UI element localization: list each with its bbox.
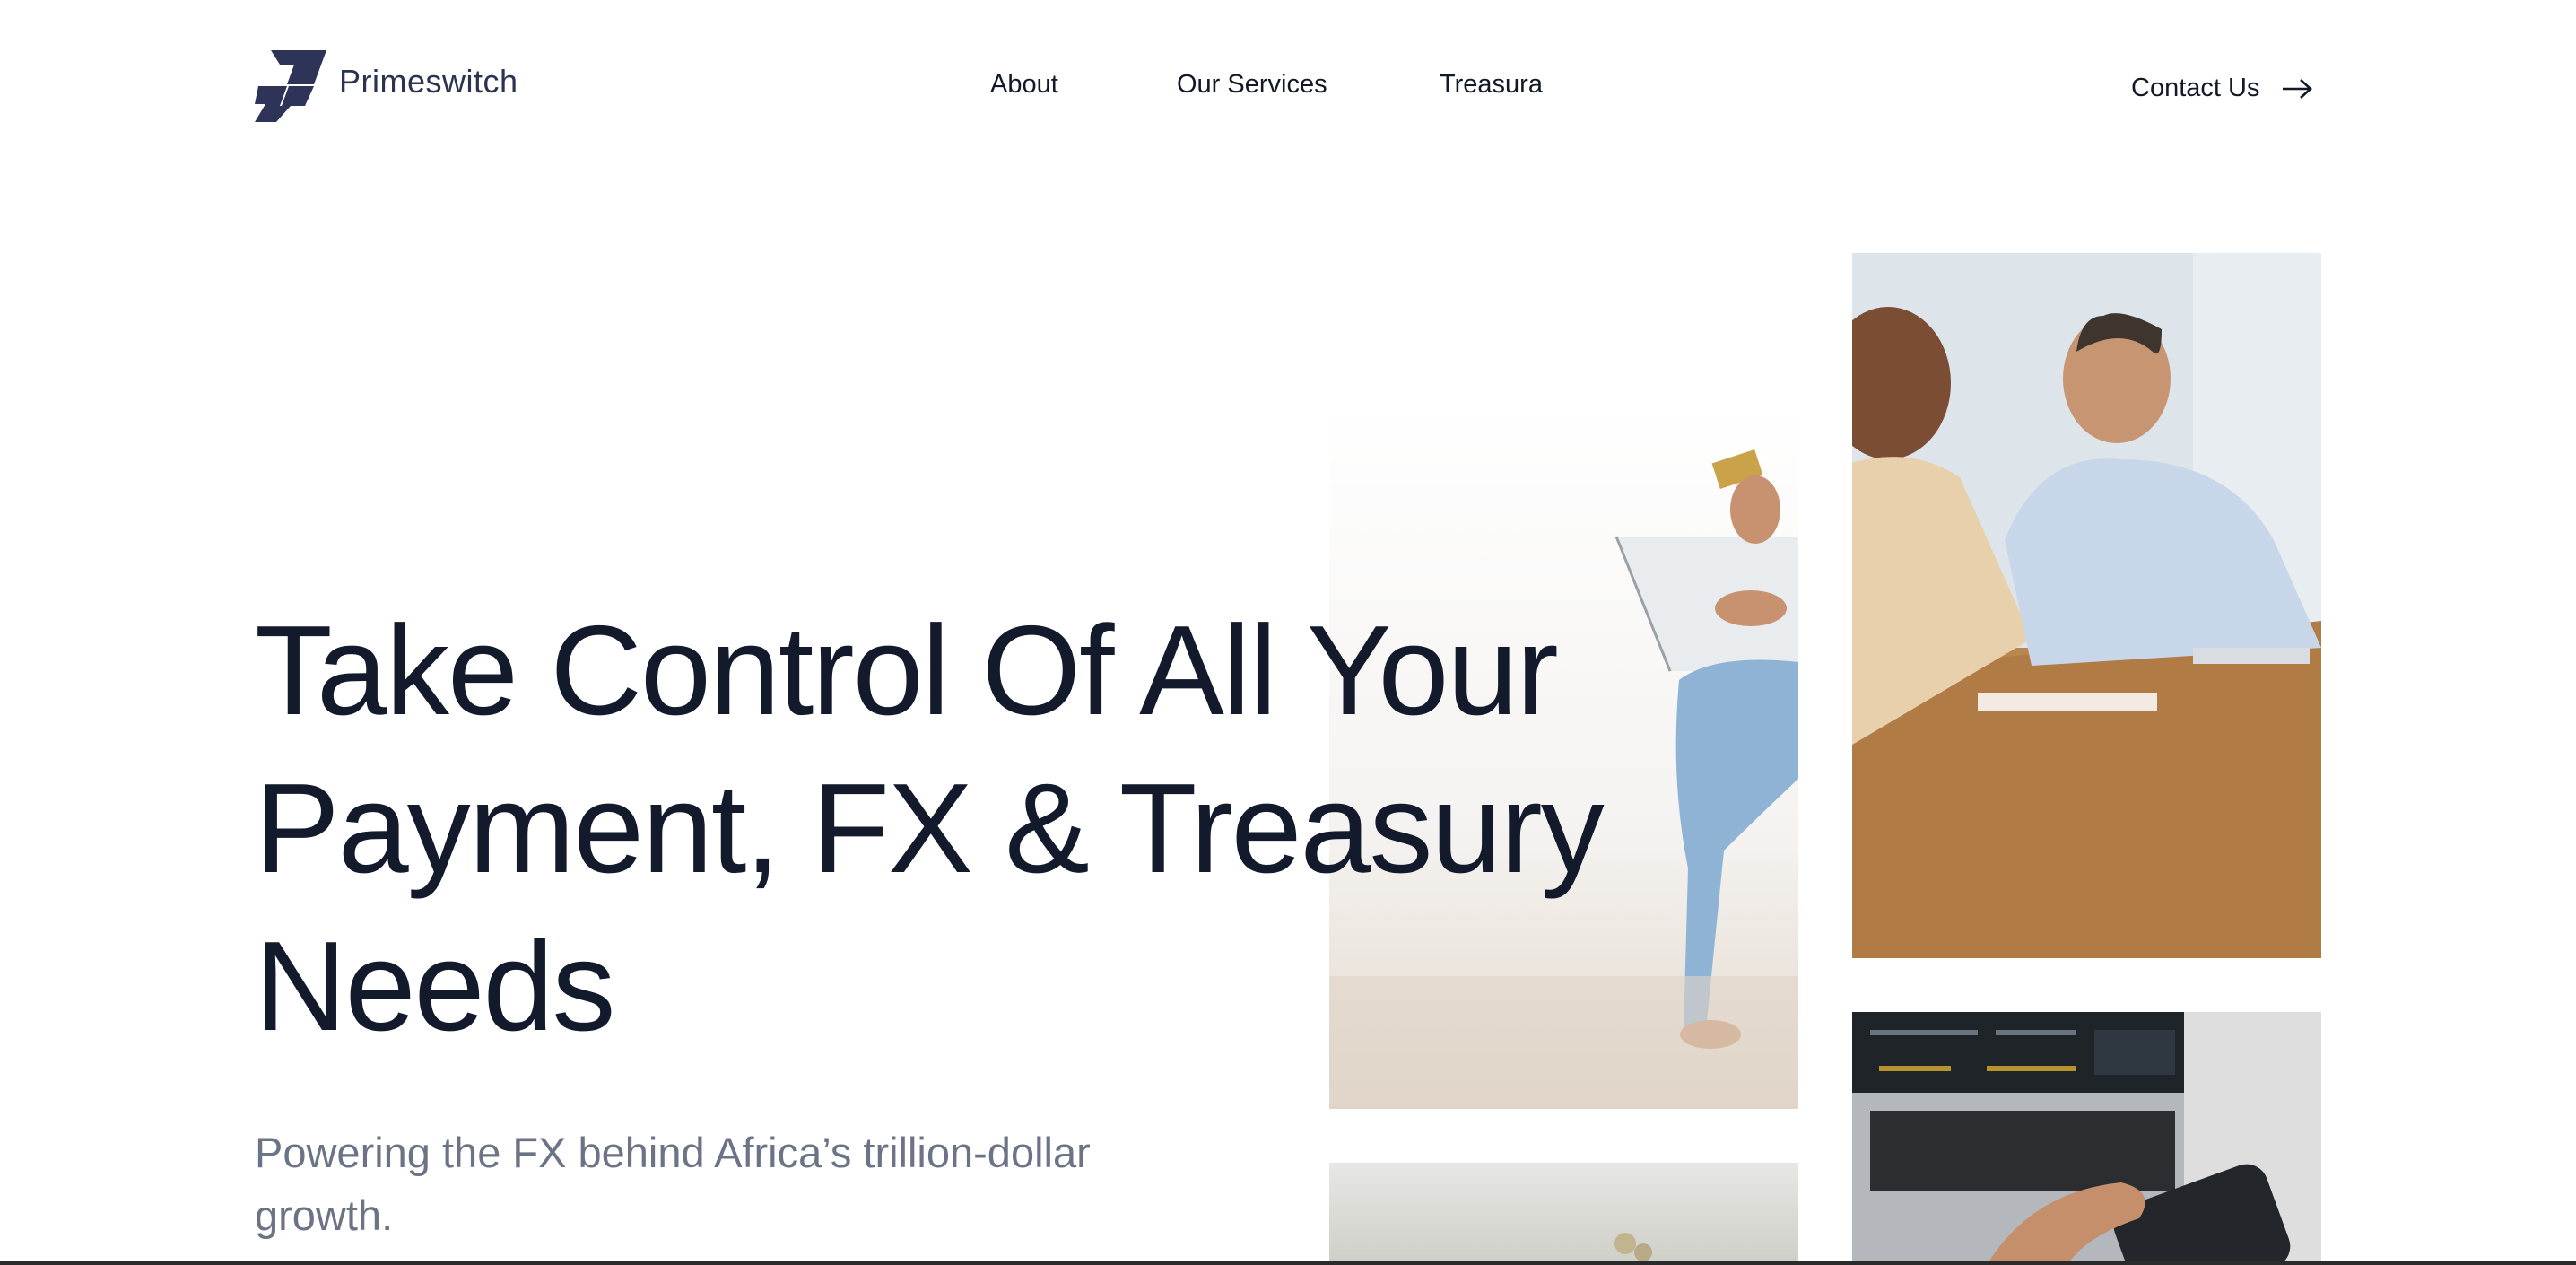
contact-us-button[interactable]: Contact Us (2131, 74, 2313, 103)
nav-about[interactable]: About (990, 70, 1058, 100)
contact-us-label: Contact Us (2131, 74, 2260, 102)
primeswitch-logo-icon (255, 50, 326, 122)
window-bottom-edge (0, 1261, 2576, 1265)
photo-laptop-and-phone-trading (1852, 1012, 2321, 1265)
nav-our-services[interactable]: Our Services (1177, 70, 1327, 100)
arrow-right-icon (2283, 78, 2313, 99)
hero-subtitle: Powering the FX behind Africa’s trillion… (255, 1129, 1091, 1239)
brand-name: Primeswitch (339, 63, 518, 100)
photo-desk-objects (1329, 1163, 1798, 1265)
hero-title: Take Control Of All Your Payment, FX & T… (255, 599, 1605, 1058)
photo-business-meeting (1852, 253, 2321, 958)
brand-logo[interactable]: Primeswitch (255, 48, 518, 122)
nav-treasura[interactable]: Treasura (1440, 70, 1543, 100)
